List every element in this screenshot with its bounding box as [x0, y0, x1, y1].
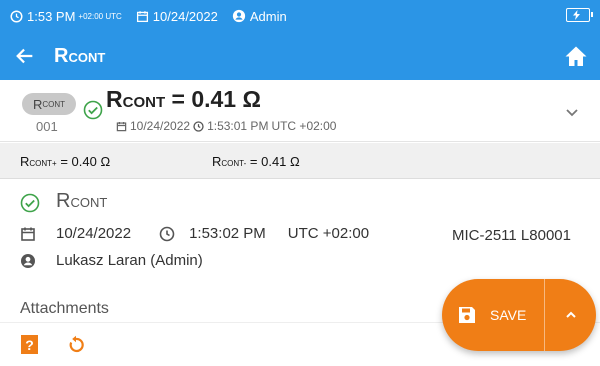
result-time: 1:53:01 PM — [207, 119, 269, 133]
measurement-tag-sub: CONT — [42, 99, 66, 109]
calendar-icon — [21, 227, 35, 241]
save-fab: SAVE — [442, 279, 596, 351]
save-button-label: SAVE — [490, 307, 527, 323]
measurement-tag-main: R — [32, 96, 43, 112]
page-title-main: R — [54, 44, 69, 67]
result-date: 10/24/2022 — [130, 119, 191, 133]
status-bar: 1:53 PM +02:00 UTC 10/24/2022 Admin — [0, 0, 600, 32]
clock-icon — [159, 226, 175, 241]
partial-result-value: = 0.41 Ω — [246, 154, 300, 169]
result-timezone: UTC +02:00 — [271, 119, 337, 133]
device-id: MIC-2511 L80001 — [452, 227, 571, 244]
main-result-number: = 0.41 Ω — [165, 86, 261, 112]
main-result-symbol: R — [106, 86, 123, 112]
details-time: 1:53:02 PM — [189, 225, 266, 242]
check-circle-icon — [83, 100, 103, 120]
user-icon — [232, 9, 245, 23]
clock-icon — [193, 120, 204, 132]
main-result-value: RCONT = 0.41 Ω — [106, 86, 261, 113]
details-date: 10/24/2022 — [56, 225, 132, 242]
measurement-name: RCONT — [56, 190, 107, 213]
measurement-name-sub: CONT — [70, 195, 108, 210]
user-icon — [21, 253, 35, 268]
home-icon[interactable] — [564, 44, 588, 68]
page-title: RCONT — [54, 45, 105, 68]
page-title-sub: CONT — [68, 49, 106, 65]
details-timezone: UTC +02:00 — [287, 225, 370, 242]
battery-icon — [566, 8, 593, 22]
save-button[interactable]: SAVE — [442, 279, 526, 351]
attachments-heading: Attachments — [20, 300, 109, 317]
reset-icon[interactable] — [66, 335, 86, 355]
partial-results: RCONT+ = 0.40 Ω RCONT- = 0.41 Ω — [0, 143, 600, 179]
details-user-row: Lukasz Laran (Admin) — [20, 252, 203, 269]
partial-result-symbol: R — [20, 154, 30, 169]
status-date: 10/24/2022 — [136, 9, 218, 24]
calendar-icon — [136, 10, 148, 22]
status-date-text: 10/24/2022 — [152, 8, 218, 24]
details-timestamp-row: 10/24/2022 1:53:02 PM UTC +02:00 — [20, 225, 369, 242]
help-icon[interactable]: ? — [21, 335, 38, 354]
partial-result-rcont-plus: RCONT+ = 0.40 Ω — [20, 154, 110, 169]
status-user: Admin — [232, 9, 287, 24]
measurement-name-main: R — [56, 190, 71, 212]
measurement-tag: R CONT — [22, 93, 76, 115]
floppy-disk-icon — [459, 307, 475, 323]
main-result-subscript: CONT — [122, 94, 166, 111]
partial-result-subscript: CONT+ — [29, 159, 57, 168]
result-timestamp: 10/24/2022 1:53:01 PM UTC +02:00 — [116, 119, 336, 133]
status-timezone: +02:00 UTC — [78, 11, 122, 21]
clock-icon — [10, 9, 23, 23]
title-bar: RCONT — [0, 32, 600, 80]
check-circle-icon — [20, 193, 40, 213]
status-time: 1:53 PM +02:00 UTC — [10, 9, 122, 24]
details-user: Lukasz Laran (Admin) — [56, 252, 203, 269]
status-user-text: Admin — [249, 8, 287, 24]
partial-result-rcont-minus: RCONT- = 0.41 Ω — [212, 154, 300, 169]
chevron-up-icon — [565, 311, 576, 318]
measurement-number: 001 — [36, 119, 58, 134]
partial-result-symbol: R — [212, 154, 222, 169]
status-time-text: 1:53 PM — [27, 8, 76, 24]
calendar-icon — [116, 121, 127, 131]
partial-result-value: = 0.40 Ω — [56, 154, 111, 169]
expand-save-options-button[interactable] — [545, 279, 596, 351]
chevron-down-icon[interactable] — [564, 104, 580, 120]
back-arrow-icon[interactable] — [14, 45, 36, 67]
partial-result-subscript: CONT- — [221, 159, 247, 168]
